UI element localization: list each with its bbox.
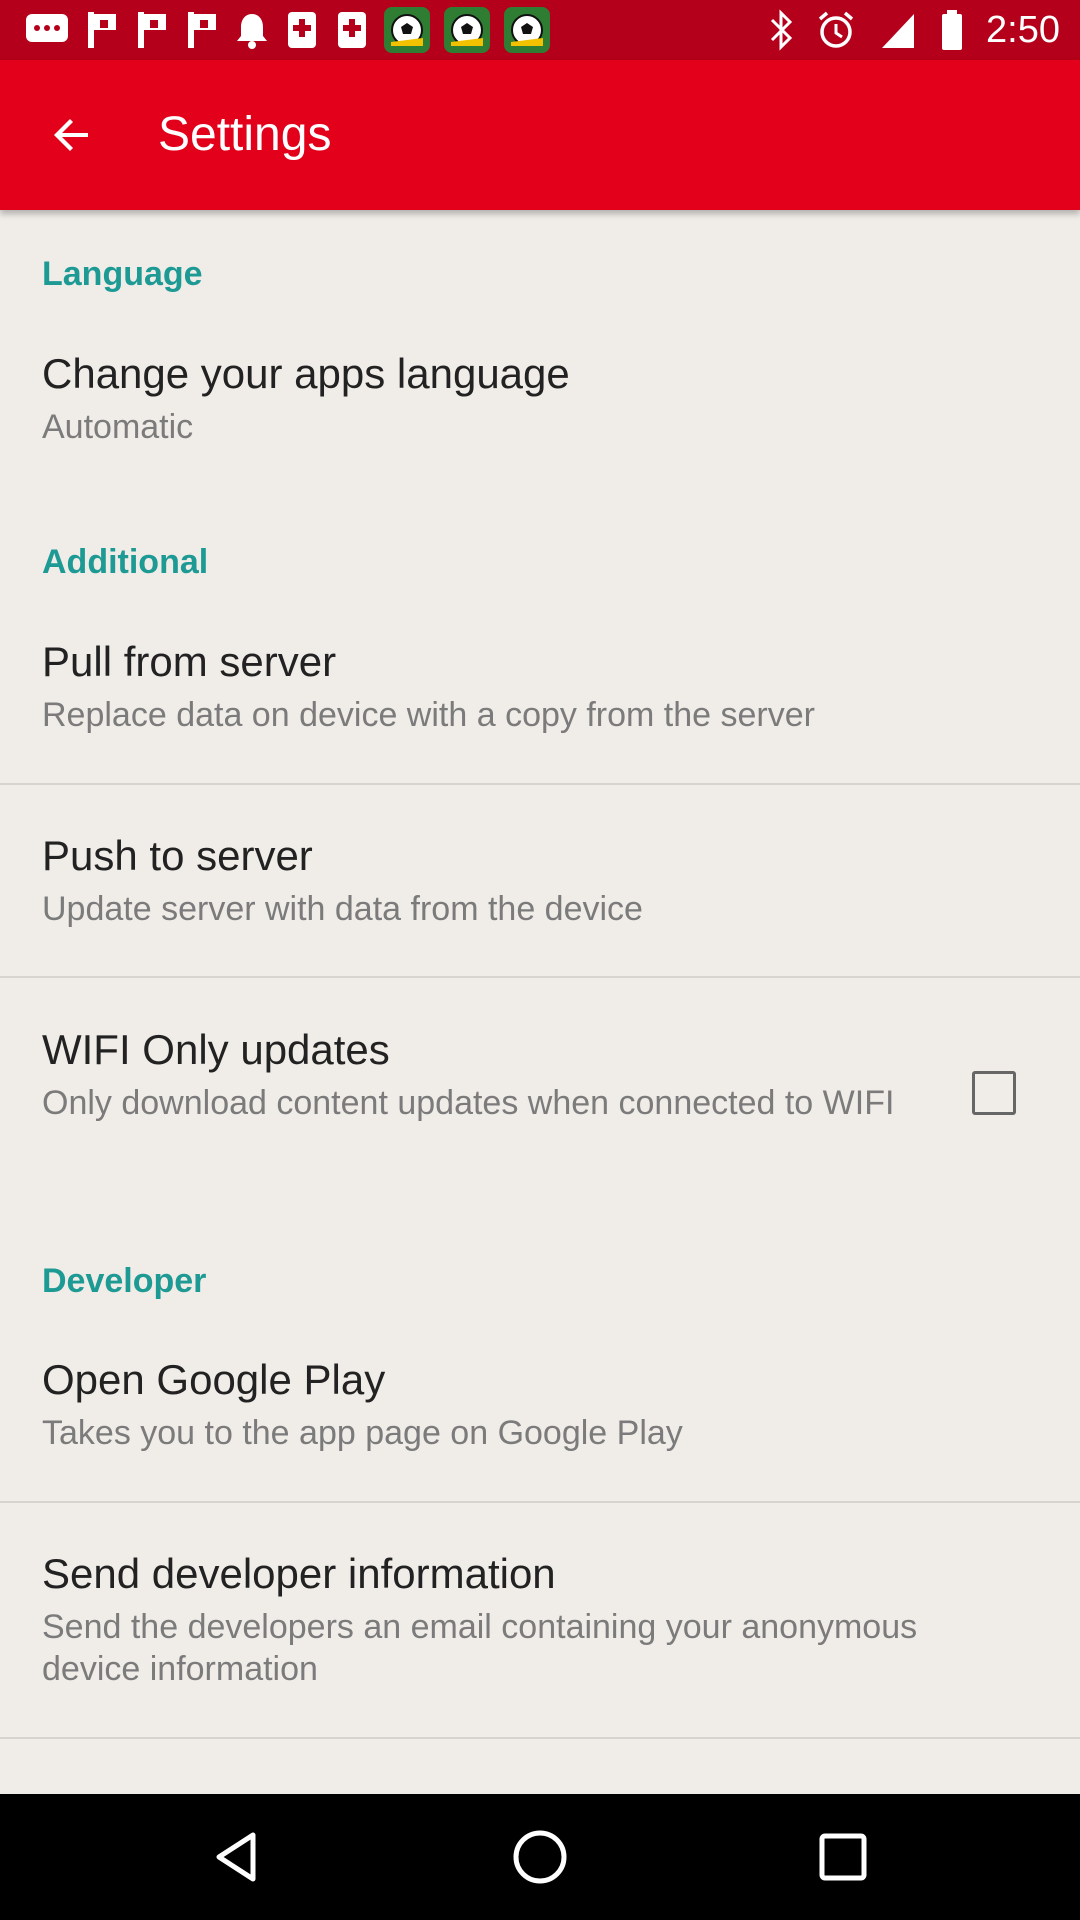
pref-push-to-server[interactable]: Push to server Update server with data f… bbox=[0, 818, 1080, 978]
arrow-back-icon bbox=[54, 119, 88, 151]
back-button[interactable] bbox=[36, 99, 108, 171]
pref-summary: Takes you to the app page on Google Play bbox=[42, 1414, 683, 1452]
divider bbox=[0, 976, 1080, 978]
tablet-icon bbox=[334, 10, 370, 50]
pref-title: Change your apps language bbox=[42, 350, 570, 397]
pref-title: Send developer information bbox=[42, 1550, 556, 1597]
system-icons: 2:50 bbox=[768, 0, 1060, 60]
flag-icon bbox=[84, 10, 120, 50]
status-bar: 2:50 bbox=[0, 0, 1080, 60]
status-time: 2:50 bbox=[986, 8, 1060, 51]
alarm-icon bbox=[816, 10, 856, 50]
navigation-bar bbox=[0, 1794, 1080, 1920]
divider bbox=[0, 1737, 1080, 1739]
category-developer: Developer bbox=[42, 1262, 207, 1300]
battery-icon bbox=[940, 9, 964, 51]
category-additional: Additional bbox=[42, 543, 209, 581]
nav-recents-button[interactable] bbox=[803, 1817, 883, 1897]
pref-title: Pull from server bbox=[42, 638, 337, 685]
tablet-icon bbox=[284, 10, 320, 50]
notification-icons bbox=[24, 0, 550, 60]
soccer-ball-icon bbox=[504, 7, 550, 53]
pref-title: Open Google Play bbox=[42, 1356, 386, 1403]
nav-home-icon bbox=[513, 1830, 567, 1884]
pref-summary: Send the developers an email containing … bbox=[42, 1608, 918, 1688]
nav-back-button[interactable] bbox=[197, 1817, 277, 1897]
divider bbox=[0, 783, 1080, 785]
page-title: Settings bbox=[158, 108, 332, 161]
pref-summary: Automatic bbox=[42, 408, 194, 446]
nav-home-button[interactable] bbox=[500, 1817, 580, 1897]
bluetooth-icon bbox=[768, 9, 794, 51]
pref-send-developer-info[interactable]: Send developer information Send the deve… bbox=[0, 1536, 1080, 1736]
nav-back-icon bbox=[216, 1832, 256, 1882]
app-bar: Settings bbox=[0, 60, 1080, 210]
pref-summary: Only download content updates when conne… bbox=[42, 1084, 895, 1122]
signal-icon bbox=[878, 10, 918, 50]
soccer-ball-icon bbox=[444, 7, 490, 53]
pref-change-language[interactable]: Change your apps language Automatic bbox=[0, 336, 1080, 496]
flag-icon bbox=[184, 10, 220, 50]
pref-wifi-only-updates[interactable]: WIFI Only updates Only download content … bbox=[0, 1012, 1080, 1212]
category-language: Language bbox=[42, 255, 203, 293]
pref-pull-from-server[interactable]: Pull from server Replace data on device … bbox=[0, 624, 1080, 784]
pref-title: WIFI Only updates bbox=[42, 1026, 390, 1073]
flag-icon bbox=[134, 10, 170, 50]
soccer-ball-icon bbox=[384, 7, 430, 53]
nav-recents-icon bbox=[819, 1833, 867, 1881]
pref-title: Push to server bbox=[42, 832, 313, 879]
chat-icon bbox=[24, 12, 70, 48]
wifi-only-checkbox[interactable] bbox=[972, 1071, 1016, 1115]
divider bbox=[0, 1501, 1080, 1503]
bell-icon bbox=[234, 10, 270, 50]
pref-summary: Update server with data from the device bbox=[42, 890, 643, 928]
pref-open-google-play[interactable]: Open Google Play Takes you to the app pa… bbox=[0, 1342, 1080, 1502]
pref-summary: Replace data on device with a copy from … bbox=[42, 696, 815, 734]
